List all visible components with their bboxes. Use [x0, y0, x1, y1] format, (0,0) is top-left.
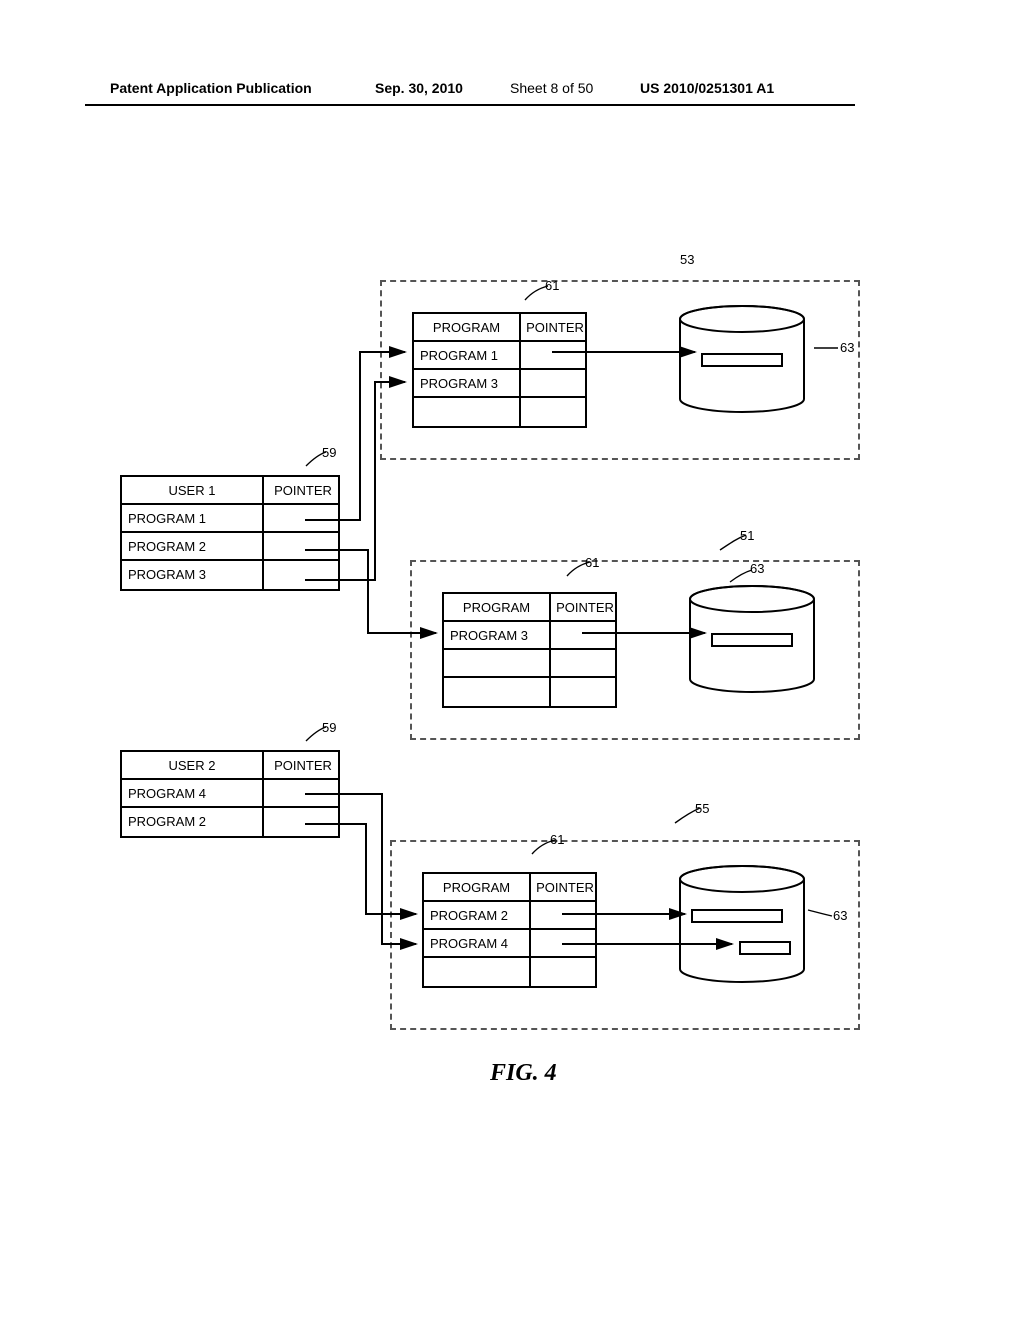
ref-53: 53	[680, 252, 694, 267]
ref-63-b: 63	[750, 561, 764, 576]
header-date: Sep. 30, 2010	[375, 80, 463, 96]
diagram: USER 1 POINTER PROGRAM 1 PROGRAM 2 PROGR…	[120, 280, 880, 1080]
ref-55: 55	[695, 801, 709, 816]
ref-59-a: 59	[322, 445, 336, 460]
ref-59-b: 59	[322, 720, 336, 735]
ref-61-a: 61	[545, 278, 559, 293]
ref-63-a: 63	[840, 340, 854, 355]
ref-61-c: 61	[550, 832, 564, 847]
arrows-layer	[120, 280, 880, 1060]
page: Patent Application Publication Sep. 30, …	[0, 0, 1024, 1320]
ref-61-b: 61	[585, 555, 599, 570]
ref-63-c: 63	[833, 908, 847, 923]
header-rule	[85, 104, 855, 106]
ref-51: 51	[740, 528, 754, 543]
header-sheet: Sheet 8 of 50	[510, 80, 593, 96]
figure-label: FIG. 4	[490, 1060, 557, 1087]
header-pubno: US 2010/0251301 A1	[640, 80, 774, 96]
header-publication: Patent Application Publication	[110, 80, 312, 96]
